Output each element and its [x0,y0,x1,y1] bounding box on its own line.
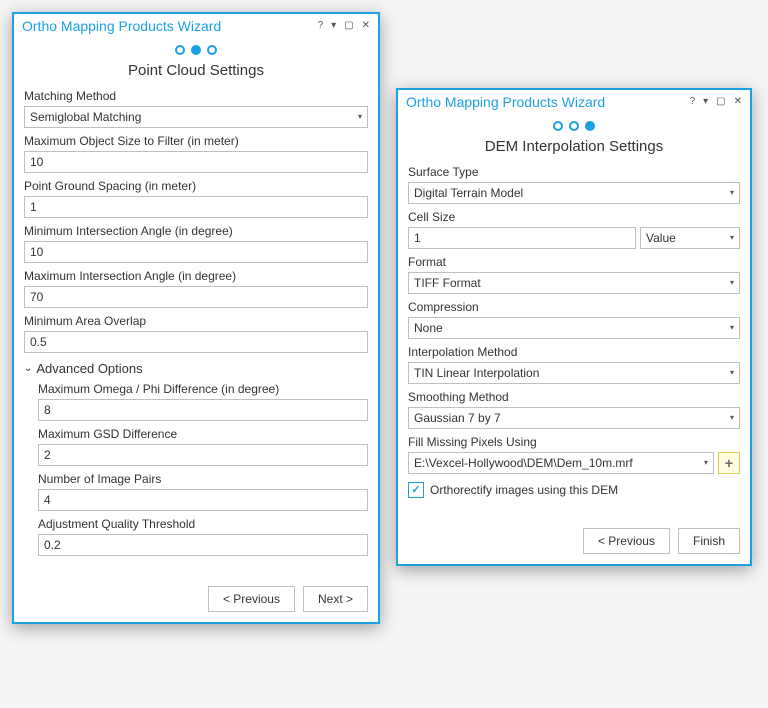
advanced-options-group: Maximum Omega / Phi Difference (in degre… [38,382,368,556]
omega-phi-input[interactable] [38,399,368,421]
page-title: Point Cloud Settings [14,62,378,79]
browse-add-button[interactable]: + [718,452,740,474]
smoothing-method-label: Smoothing Method [408,390,740,404]
titlebar: Ortho Mapping Products Wizard ? ▾ ▢ ✕ [398,90,750,112]
dem-interpolation-settings-window: Ortho Mapping Products Wizard ? ▾ ▢ ✕ DE… [396,88,752,566]
image-pairs-label: Number of Image Pairs [38,472,368,486]
interpolation-method-value: TIN Linear Interpolation [414,366,539,380]
step-dot-2-active [191,45,201,55]
advanced-options-toggle[interactable]: ⌄ Advanced Options [24,361,368,376]
content-area: Matching Method Semiglobal Matching ▾ Ma… [14,89,378,566]
min-intersection-input[interactable] [24,241,368,263]
previous-button[interactable]: < Previous [583,528,670,554]
maximize-icon[interactable]: ▢ [342,21,355,31]
orthorectify-checkbox[interactable]: ✓ [408,482,424,498]
window-controls: ? ▾ ▢ ✕ [688,97,744,107]
footer-buttons: < Previous Finish [398,518,750,564]
fill-missing-path-value: E:\Vexcel-Hollywood\DEM\Dem_10m.mrf [414,456,633,470]
max-object-size-label: Maximum Object Size to Filter (in meter) [24,134,368,148]
surface-type-select[interactable]: Digital Terrain Model ▾ [408,182,740,204]
chevron-down-icon: ▾ [358,110,362,124]
interpolation-method-label: Interpolation Method [408,345,740,359]
step-dot-3 [207,45,217,55]
help-icon[interactable]: ? [688,97,698,107]
fill-missing-path-select[interactable]: E:\Vexcel-Hollywood\DEM\Dem_10m.mrf ▾ [408,452,714,474]
maximize-icon[interactable]: ▢ [714,97,727,107]
surface-type-value: Digital Terrain Model [414,186,523,200]
advanced-options-label: Advanced Options [36,361,142,376]
cell-size-input[interactable] [408,227,636,249]
next-button[interactable]: Next > [303,586,368,612]
step-indicator [398,120,750,134]
point-cloud-settings-window: Ortho Mapping Products Wizard ? ▾ ▢ ✕ Po… [12,12,380,624]
quality-threshold-label: Adjustment Quality Threshold [38,517,368,531]
max-intersection-label: Maximum Intersection Angle (in degree) [24,269,368,283]
compression-select[interactable]: None ▾ [408,317,740,339]
smoothing-method-select[interactable]: Gaussian 7 by 7 ▾ [408,407,740,429]
cell-size-unit-value: Value [646,231,676,245]
cell-size-label: Cell Size [408,210,740,224]
content-area: Surface Type Digital Terrain Model ▾ Cel… [398,165,750,508]
finish-button[interactable]: Finish [678,528,740,554]
min-overlap-input[interactable] [24,331,368,353]
window-controls: ? ▾ ▢ ✕ [316,21,372,31]
chevron-down-icon: ⌄ [24,363,32,374]
max-intersection-input[interactable] [24,286,368,308]
omega-phi-label: Maximum Omega / Phi Difference (in degre… [38,382,368,396]
smoothing-method-value: Gaussian 7 by 7 [414,411,501,425]
compression-value: None [414,321,443,335]
previous-button[interactable]: < Previous [208,586,295,612]
interpolation-method-select[interactable]: TIN Linear Interpolation ▾ [408,362,740,384]
help-icon[interactable]: ? [316,21,326,31]
step-dot-1 [553,121,563,131]
orthorectify-row: ✓ Orthorectify images using this DEM [408,482,740,498]
matching-method-label: Matching Method [24,89,368,103]
format-select[interactable]: TIFF Format ▾ [408,272,740,294]
image-pairs-input[interactable] [38,489,368,511]
window-title: Ortho Mapping Products Wizard [22,18,221,34]
step-indicator [14,44,378,58]
matching-method-select[interactable]: Semiglobal Matching ▾ [24,106,368,128]
format-label: Format [408,255,740,269]
quality-threshold-input[interactable] [38,534,368,556]
step-dot-3-active [585,121,595,131]
step-dot-2 [569,121,579,131]
check-icon: ✓ [411,485,420,496]
chevron-down-icon: ▾ [730,276,734,290]
matching-method-value: Semiglobal Matching [30,110,141,124]
page-title: DEM Interpolation Settings [398,138,750,155]
close-icon[interactable]: ✕ [360,21,372,31]
titlebar: Ortho Mapping Products Wizard ? ▾ ▢ ✕ [14,14,378,36]
minimize-icon[interactable]: ▾ [329,21,338,31]
min-overlap-label: Minimum Area Overlap [24,314,368,328]
chevron-down-icon: ▾ [730,186,734,200]
window-title: Ortho Mapping Products Wizard [406,94,605,110]
footer-buttons: < Previous Next > [14,576,378,622]
step-dot-1 [175,45,185,55]
min-intersection-label: Minimum Intersection Angle (in degree) [24,224,368,238]
compression-label: Compression [408,300,740,314]
close-icon[interactable]: ✕ [732,97,744,107]
chevron-down-icon: ▾ [704,456,708,470]
ground-spacing-input[interactable] [24,196,368,218]
fill-missing-label: Fill Missing Pixels Using [408,435,740,449]
format-value: TIFF Format [414,276,481,290]
orthorectify-label: Orthorectify images using this DEM [430,483,618,497]
chevron-down-icon: ▾ [730,366,734,380]
max-object-size-input[interactable] [24,151,368,173]
gsd-diff-label: Maximum GSD Difference [38,427,368,441]
surface-type-label: Surface Type [408,165,740,179]
gsd-diff-input[interactable] [38,444,368,466]
chevron-down-icon: ▾ [730,411,734,425]
minimize-icon[interactable]: ▾ [701,97,710,107]
ground-spacing-label: Point Ground Spacing (in meter) [24,179,368,193]
chevron-down-icon: ▾ [730,231,734,245]
cell-size-unit-select[interactable]: Value ▾ [640,227,740,249]
chevron-down-icon: ▾ [730,321,734,335]
